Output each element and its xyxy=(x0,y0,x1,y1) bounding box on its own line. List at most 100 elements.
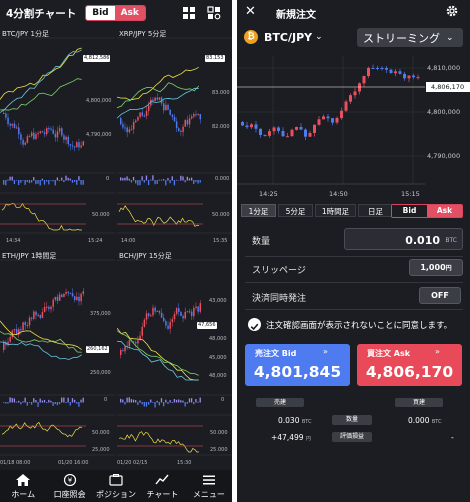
candle xyxy=(39,130,42,135)
chevron-down-icon: ⌄ xyxy=(446,32,454,43)
chart-btc-jpy[interactable]: BTC/JPY 1分足 4,812,586 4,800,000 4,790,00… xyxy=(0,28,115,248)
tab-1min[interactable]: 1分足 xyxy=(241,204,276,217)
consent-checkbox[interactable] xyxy=(248,318,261,331)
divider xyxy=(245,309,463,310)
buy-ask-button[interactable]: 買注文 Ask » 4,806,170 xyxy=(357,344,462,386)
candle xyxy=(63,133,65,144)
candle xyxy=(46,126,48,137)
time-label: 15:35 xyxy=(213,238,228,244)
histogram-bar xyxy=(150,179,152,181)
candle xyxy=(167,321,169,331)
quantity-field[interactable]: 0.010 BTC xyxy=(344,228,463,250)
candle xyxy=(371,64,375,69)
candle xyxy=(13,328,16,335)
tab-5min[interactable]: 5分足 xyxy=(278,204,313,217)
moving-average-line xyxy=(117,82,200,109)
histogram-bar xyxy=(145,175,148,181)
chart-title: BCH/JPY 15分足 xyxy=(119,252,172,260)
histogram-bar xyxy=(186,402,188,404)
candle xyxy=(43,128,46,138)
histogram-bar xyxy=(33,177,35,181)
candle xyxy=(241,121,244,127)
histogram-bar xyxy=(175,179,178,181)
candle xyxy=(163,313,165,323)
histogram-bar xyxy=(160,179,163,181)
order-mode-select[interactable]: ストリーミング ⌄ xyxy=(357,28,463,47)
sell-bid-button[interactable]: 売注文 Bid » 4,801,845 xyxy=(245,344,350,386)
nav-label: ポジション xyxy=(96,490,137,499)
nav-chart[interactable]: チャート xyxy=(139,470,185,502)
histogram-bar xyxy=(184,180,186,183)
page-title: 新規注文 xyxy=(276,10,316,21)
histogram-bar xyxy=(139,180,141,186)
candle xyxy=(20,326,22,335)
nav-menu[interactable]: メニュー xyxy=(186,470,232,502)
candle xyxy=(145,106,148,120)
histogram-bar xyxy=(78,402,80,407)
candle xyxy=(158,310,161,316)
histogram-bar xyxy=(135,400,137,403)
candle xyxy=(335,116,339,125)
slippage-button[interactable]: 1,000円 xyxy=(409,259,463,276)
settle-toggle-button[interactable]: OFF xyxy=(419,287,461,304)
nav-home[interactable]: ホーム xyxy=(0,470,46,502)
candle xyxy=(367,66,370,78)
candle xyxy=(120,116,122,126)
gear-icon[interactable] xyxy=(445,4,459,18)
candle xyxy=(39,314,42,320)
candle xyxy=(28,134,31,138)
close-icon[interactable]: ✕ xyxy=(245,4,256,19)
histogram-bar xyxy=(130,399,133,403)
buy-qty: 0.000 BTC xyxy=(408,416,442,425)
histogram-bar xyxy=(124,402,126,405)
home-icon xyxy=(16,474,31,486)
ask-toggle[interactable]: Ask xyxy=(114,6,145,20)
chart-xrp-jpy[interactable]: XRP/JPY 5分足 83.153 83.000 82.000 0.000 5… xyxy=(117,28,232,248)
histogram-bar xyxy=(54,402,56,405)
position-summary: 売建 買建 0.030 BTC 数量 0.000 BTC +47,499 円 評… xyxy=(237,394,470,450)
consent-text: 注文確認画面が表示されないことに同意します。 xyxy=(266,321,453,331)
candle xyxy=(63,293,65,298)
time-label: 14:34 xyxy=(6,238,21,244)
chart-bch-jpy[interactable]: BCH/JPY 15分足 47,656 43,000 48,000 45,000… xyxy=(117,250,232,470)
candle xyxy=(41,130,44,133)
moving-average-line xyxy=(117,327,199,381)
histogram-bar xyxy=(58,180,61,181)
quantity-value: 0.010 xyxy=(405,234,440,247)
histogram-bar xyxy=(13,398,16,403)
histogram-bar xyxy=(199,397,201,403)
bid-ask-toggle[interactable]: Bid Ask xyxy=(391,204,463,218)
histogram-bar xyxy=(180,175,182,181)
bid-ask-toggle[interactable]: Bid Ask xyxy=(85,5,146,21)
tab-1hour[interactable]: 1時間足 xyxy=(315,204,356,217)
candle xyxy=(394,68,397,77)
histogram-bar xyxy=(128,178,130,181)
histogram-bar xyxy=(61,397,63,403)
pair-selector[interactable]: ₿ BTC/JPY ⌄ xyxy=(244,30,323,44)
order-price-chart[interactable]: 4,810,000 4,800,000 4,790,000 14:25 14:5… xyxy=(237,56,470,202)
tab-daily[interactable]: 日足 xyxy=(358,204,393,217)
candle xyxy=(154,96,156,102)
histogram-bar xyxy=(69,178,71,181)
histogram-bar xyxy=(188,178,191,181)
bid-toggle[interactable]: Bid xyxy=(86,6,115,20)
settings-grid-icon[interactable] xyxy=(207,6,221,20)
candle xyxy=(48,125,50,133)
histogram-bar xyxy=(48,399,50,403)
moving-average-line xyxy=(0,78,82,111)
candle xyxy=(41,308,44,319)
histogram-bar xyxy=(143,402,145,407)
ask-toggle[interactable]: Ask xyxy=(427,205,462,217)
sell-qty: 0.030 BTC xyxy=(278,416,312,425)
candle xyxy=(304,128,307,141)
chart-eth-jpy[interactable]: ETH/JPY 1時間足 260,162 375,000 250,000 0 5… xyxy=(0,250,115,470)
nav-account[interactable]: ¥ 口座照会 xyxy=(46,470,92,502)
candle xyxy=(58,125,61,135)
nav-position[interactable]: ポジション xyxy=(93,470,139,502)
candle xyxy=(76,140,78,148)
bid-toggle[interactable]: Bid xyxy=(392,205,427,217)
time-label: 14:00 xyxy=(121,238,136,244)
candle xyxy=(28,315,31,329)
grid-icon[interactable] xyxy=(182,6,196,20)
histogram-bar xyxy=(158,402,160,406)
